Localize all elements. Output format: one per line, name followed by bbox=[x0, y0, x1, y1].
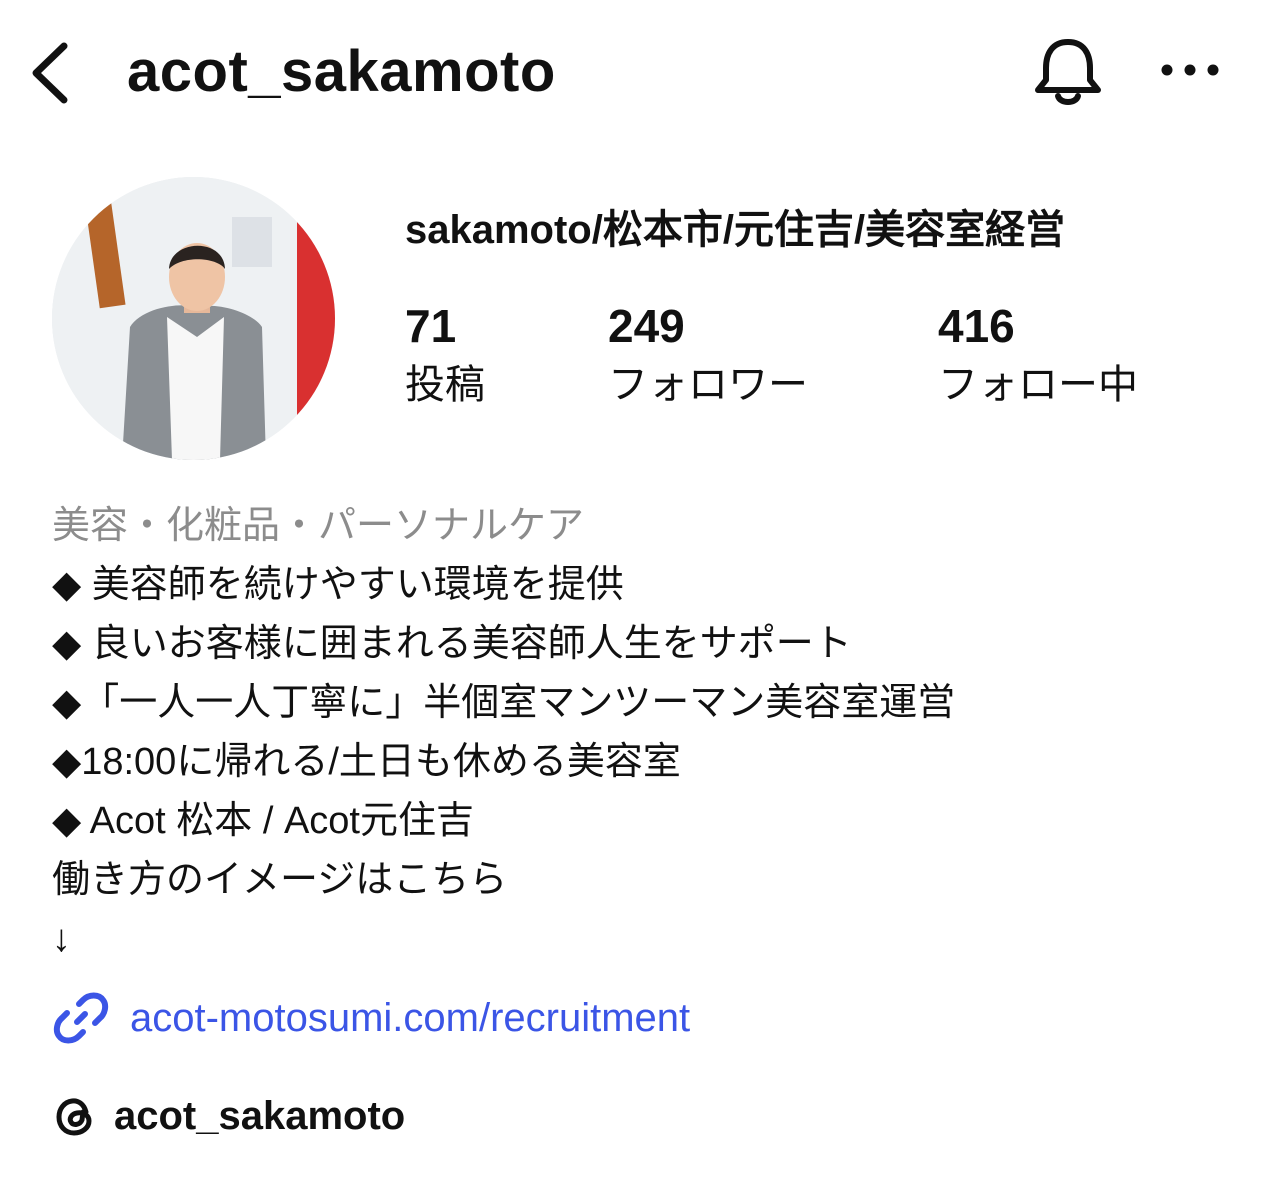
followers-label: フォロワー bbox=[608, 363, 808, 407]
bio-line: ◆ 良いお客様に囲まれる美容師人生をサポート bbox=[52, 623, 852, 665]
avatar[interactable] bbox=[52, 177, 335, 460]
bio-line: ↓ bbox=[52, 918, 71, 960]
followers-stat[interactable]: 249 フォロワー bbox=[608, 298, 808, 414]
following-count: 416 bbox=[938, 300, 1015, 352]
top-bar: acot_sakamoto bbox=[0, 0, 1280, 140]
chevron-left-icon bbox=[32, 42, 68, 104]
posts-count: 71 bbox=[405, 300, 457, 352]
bio-line: ◆18:00に帰れる/土日も休める美容室 bbox=[52, 741, 681, 783]
bio: 美容・化粧品・パーソナルケア ◆ 美容師を続けやすい環境を提供 ◆ 良いお客様に… bbox=[52, 497, 1252, 969]
bio-category[interactable]: 美容・化粧品・パーソナルケア bbox=[52, 497, 1252, 556]
back-button[interactable] bbox=[22, 36, 82, 106]
page-title: acot_sakamoto bbox=[127, 39, 556, 104]
bell-icon bbox=[1035, 39, 1101, 105]
threads-handle: acot_sakamoto bbox=[114, 1093, 406, 1138]
followers-count: 249 bbox=[608, 300, 685, 352]
following-label: フォロー中 bbox=[938, 363, 1138, 407]
threads-badge[interactable]: acot_sakamoto bbox=[52, 1086, 405, 1146]
profile-photo bbox=[52, 177, 335, 460]
posts-stat[interactable]: 71 投稿 bbox=[405, 298, 485, 414]
threads-icon bbox=[52, 1092, 100, 1140]
display-name: sakamoto/松本市/元住吉/美容室経営 bbox=[405, 208, 1066, 252]
bio-line: ◆ Acot 松本 / Acot元住吉 bbox=[52, 800, 474, 842]
more-options-button[interactable] bbox=[1155, 50, 1225, 90]
bio-line: ◆ 美容師を続けやすい環境を提供 bbox=[52, 564, 624, 606]
posts-label: 投稿 bbox=[405, 363, 485, 407]
website-link[interactable]: acot-motosumi.com/recruitment bbox=[52, 988, 690, 1048]
bio-line: 働き方のイメージはこちら bbox=[52, 859, 508, 901]
link-icon bbox=[52, 989, 110, 1047]
more-horizontal-icon bbox=[1161, 64, 1219, 76]
link-text[interactable]: acot-motosumi.com/recruitment bbox=[130, 996, 690, 1041]
bio-line: ◆「一人一人丁寧に」半個室マンツーマン美容室運営 bbox=[52, 682, 956, 724]
following-stat[interactable]: 416 フォロー中 bbox=[938, 298, 1138, 414]
notifications-button[interactable] bbox=[1028, 32, 1108, 112]
